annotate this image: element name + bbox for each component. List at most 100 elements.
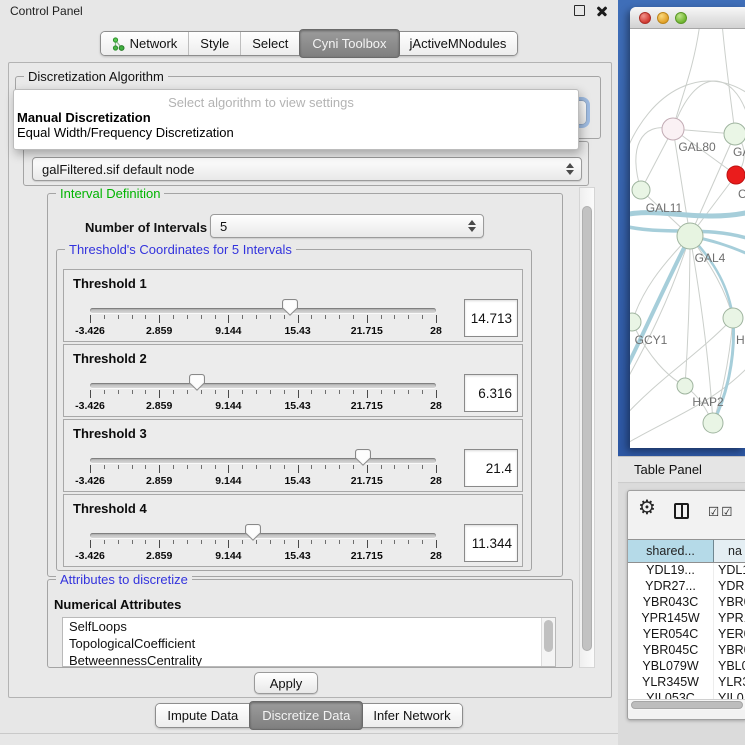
table-row[interactable]: YBR043CYBR0	[628, 595, 745, 611]
cell-name[interactable]: YBR0	[714, 595, 745, 611]
network-node[interactable]	[632, 181, 650, 199]
table-row[interactable]: YLR345WYLR3	[628, 675, 745, 691]
cell-shared-name[interactable]: YIL053C	[628, 691, 714, 699]
slider-thumb[interactable]	[282, 299, 298, 316]
network-node[interactable]	[677, 378, 693, 394]
network-node[interactable]	[703, 413, 723, 433]
threshold-value-field[interactable]	[464, 524, 518, 562]
cell-shared-name[interactable]: YER054C	[628, 627, 714, 643]
apply-button[interactable]: Apply	[254, 672, 318, 694]
tab-select[interactable]: Select	[241, 32, 300, 55]
table-row[interactable]: YBR045CYBR0	[628, 643, 745, 659]
tab-label: jActiveMNodules	[410, 36, 507, 51]
cell-shared-name[interactable]: YPR145W	[628, 611, 714, 627]
tab-label: Select	[252, 36, 288, 51]
network-view-window: GAL80GACGAL11GAL4GCY1HHAP2	[630, 7, 745, 448]
network-node[interactable]	[724, 123, 745, 145]
right-column: GAL80GACGAL11GAL4GCY1HHAP2 Table Panel ⚙…	[618, 0, 745, 745]
slider-track[interactable]	[90, 383, 436, 388]
table-row[interactable]: YBL079WYBL0	[628, 659, 745, 675]
network-node[interactable]	[727, 166, 745, 184]
cell-shared-name[interactable]: YDL19...	[628, 563, 714, 579]
slider-thumb[interactable]	[245, 524, 261, 541]
tab-label: Style	[200, 36, 229, 51]
mode-tab-group: Impute Data Discretize Data Infer Network	[155, 703, 462, 728]
network-node[interactable]	[630, 313, 641, 331]
cell-name[interactable]: YDL1	[714, 563, 745, 579]
table-row[interactable]: YER054CYER0	[628, 627, 745, 643]
cell-name[interactable]: YDR2	[714, 579, 745, 595]
slider-track[interactable]	[90, 533, 436, 538]
zoom-traffic-light-icon[interactable]	[675, 12, 687, 24]
cell-shared-name[interactable]: YBR045C	[628, 643, 714, 659]
table-row[interactable]: YPR145WYPR1	[628, 611, 745, 627]
table-row[interactable]: YDL19...YDL1	[628, 563, 745, 579]
table-row[interactable]: YIL053CYIL0	[628, 691, 745, 699]
tab-label: Discretize Data	[262, 708, 350, 723]
popup-hint: Select algorithm to view settings	[14, 95, 578, 110]
cell-name[interactable]: YIL0	[714, 691, 745, 699]
combo-stepper-icon[interactable]	[566, 163, 574, 175]
numerical-attributes-list[interactable]: SelfLoopsTopologicalCoefficientBetweenne…	[62, 617, 556, 667]
select-columns-checkboxes-icon[interactable]: ☑☑	[708, 504, 734, 519]
slider-track[interactable]	[90, 458, 436, 463]
cell-name[interactable]: YBR0	[714, 643, 745, 659]
network-node[interactable]	[662, 118, 684, 140]
list-scrollbar[interactable]	[541, 618, 555, 666]
attribute-list-item[interactable]: SelfLoops	[63, 618, 555, 635]
network-canvas[interactable]: GAL80GACGAL11GAL4GCY1HHAP2	[630, 29, 745, 448]
slider-thumb[interactable]	[189, 374, 205, 391]
num-intervals-combobox[interactable]: 5	[210, 214, 484, 238]
mode-tab-discretize-data[interactable]: Discretize Data	[249, 701, 363, 730]
column-header-name[interactable]: na	[714, 540, 745, 562]
panel-title: Control Panel	[10, 4, 83, 18]
slider-ticks	[90, 315, 436, 324]
threshold-value-field[interactable]	[464, 299, 518, 337]
table-data-combobox[interactable]: galFiltered.sif default node	[32, 157, 582, 181]
table-hscrollbar-thumb[interactable]	[631, 701, 743, 709]
cell-name[interactable]: YER0	[714, 627, 745, 643]
mode-tab-infer-network[interactable]: Infer Network	[362, 704, 461, 727]
threshold-value-field[interactable]	[464, 449, 518, 487]
slider-track[interactable]	[90, 308, 436, 313]
cell-shared-name[interactable]: YBR043C	[628, 595, 714, 611]
tab-label: Network	[130, 36, 178, 51]
panel-scrollbar-thumb[interactable]	[582, 206, 592, 651]
algorithm-option[interactable]: Manual Discretization	[14, 110, 578, 125]
tab-style[interactable]: Style	[189, 32, 241, 55]
float-panel-icon[interactable]	[574, 5, 585, 16]
table-horizontal-scrollbar[interactable]	[628, 699, 745, 710]
network-node[interactable]	[677, 223, 703, 249]
cell-shared-name[interactable]: YBL079W	[628, 659, 714, 675]
combo-stepper-icon[interactable]	[468, 220, 476, 232]
tab-jactivemnodules[interactable]: jActiveMNodules	[399, 32, 518, 55]
attribute-list-item[interactable]: BetweennessCentrality	[63, 652, 555, 667]
network-node[interactable]	[723, 308, 743, 328]
close-panel-icon[interactable]	[596, 5, 608, 17]
panel-vertical-scrollbar[interactable]	[579, 187, 595, 668]
tab-network[interactable]: Network	[101, 32, 190, 55]
cell-name[interactable]: YPR1	[714, 611, 745, 627]
cell-name[interactable]: YBL0	[714, 659, 745, 675]
cell-name[interactable]: YLR3	[714, 675, 745, 691]
network-window-titlebar[interactable]	[630, 7, 745, 29]
slider-thumb[interactable]	[355, 449, 371, 466]
cell-shared-name[interactable]: YLR345W	[628, 675, 714, 691]
list-scrollbar-thumb[interactable]	[544, 620, 553, 652]
window-buttons	[574, 5, 608, 17]
threshold-value-field[interactable]	[464, 374, 518, 412]
column-header-shared-name[interactable]: shared...	[628, 540, 714, 562]
show-columns-icon[interactable]	[674, 503, 689, 519]
network-node-label: GAL4	[695, 251, 726, 265]
mode-tab-impute-data[interactable]: Impute Data	[156, 704, 250, 727]
attribute-list-item[interactable]: TopologicalCoefficient	[63, 635, 555, 652]
algorithm-option[interactable]: Equal Width/Frequency Discretization	[14, 125, 578, 140]
table-settings-gear-icon[interactable]: ⚙	[638, 498, 656, 518]
network-icon	[112, 37, 125, 51]
group-label-discretization-algorithm: Discretization Algorithm	[24, 69, 168, 84]
table-row[interactable]: YDR27...YDR2	[628, 579, 745, 595]
tab-cyni-toolbox[interactable]: Cyni Toolbox	[299, 29, 399, 58]
minimize-traffic-light-icon[interactable]	[657, 12, 669, 24]
close-traffic-light-icon[interactable]	[639, 12, 651, 24]
cell-shared-name[interactable]: YDR27...	[628, 579, 714, 595]
